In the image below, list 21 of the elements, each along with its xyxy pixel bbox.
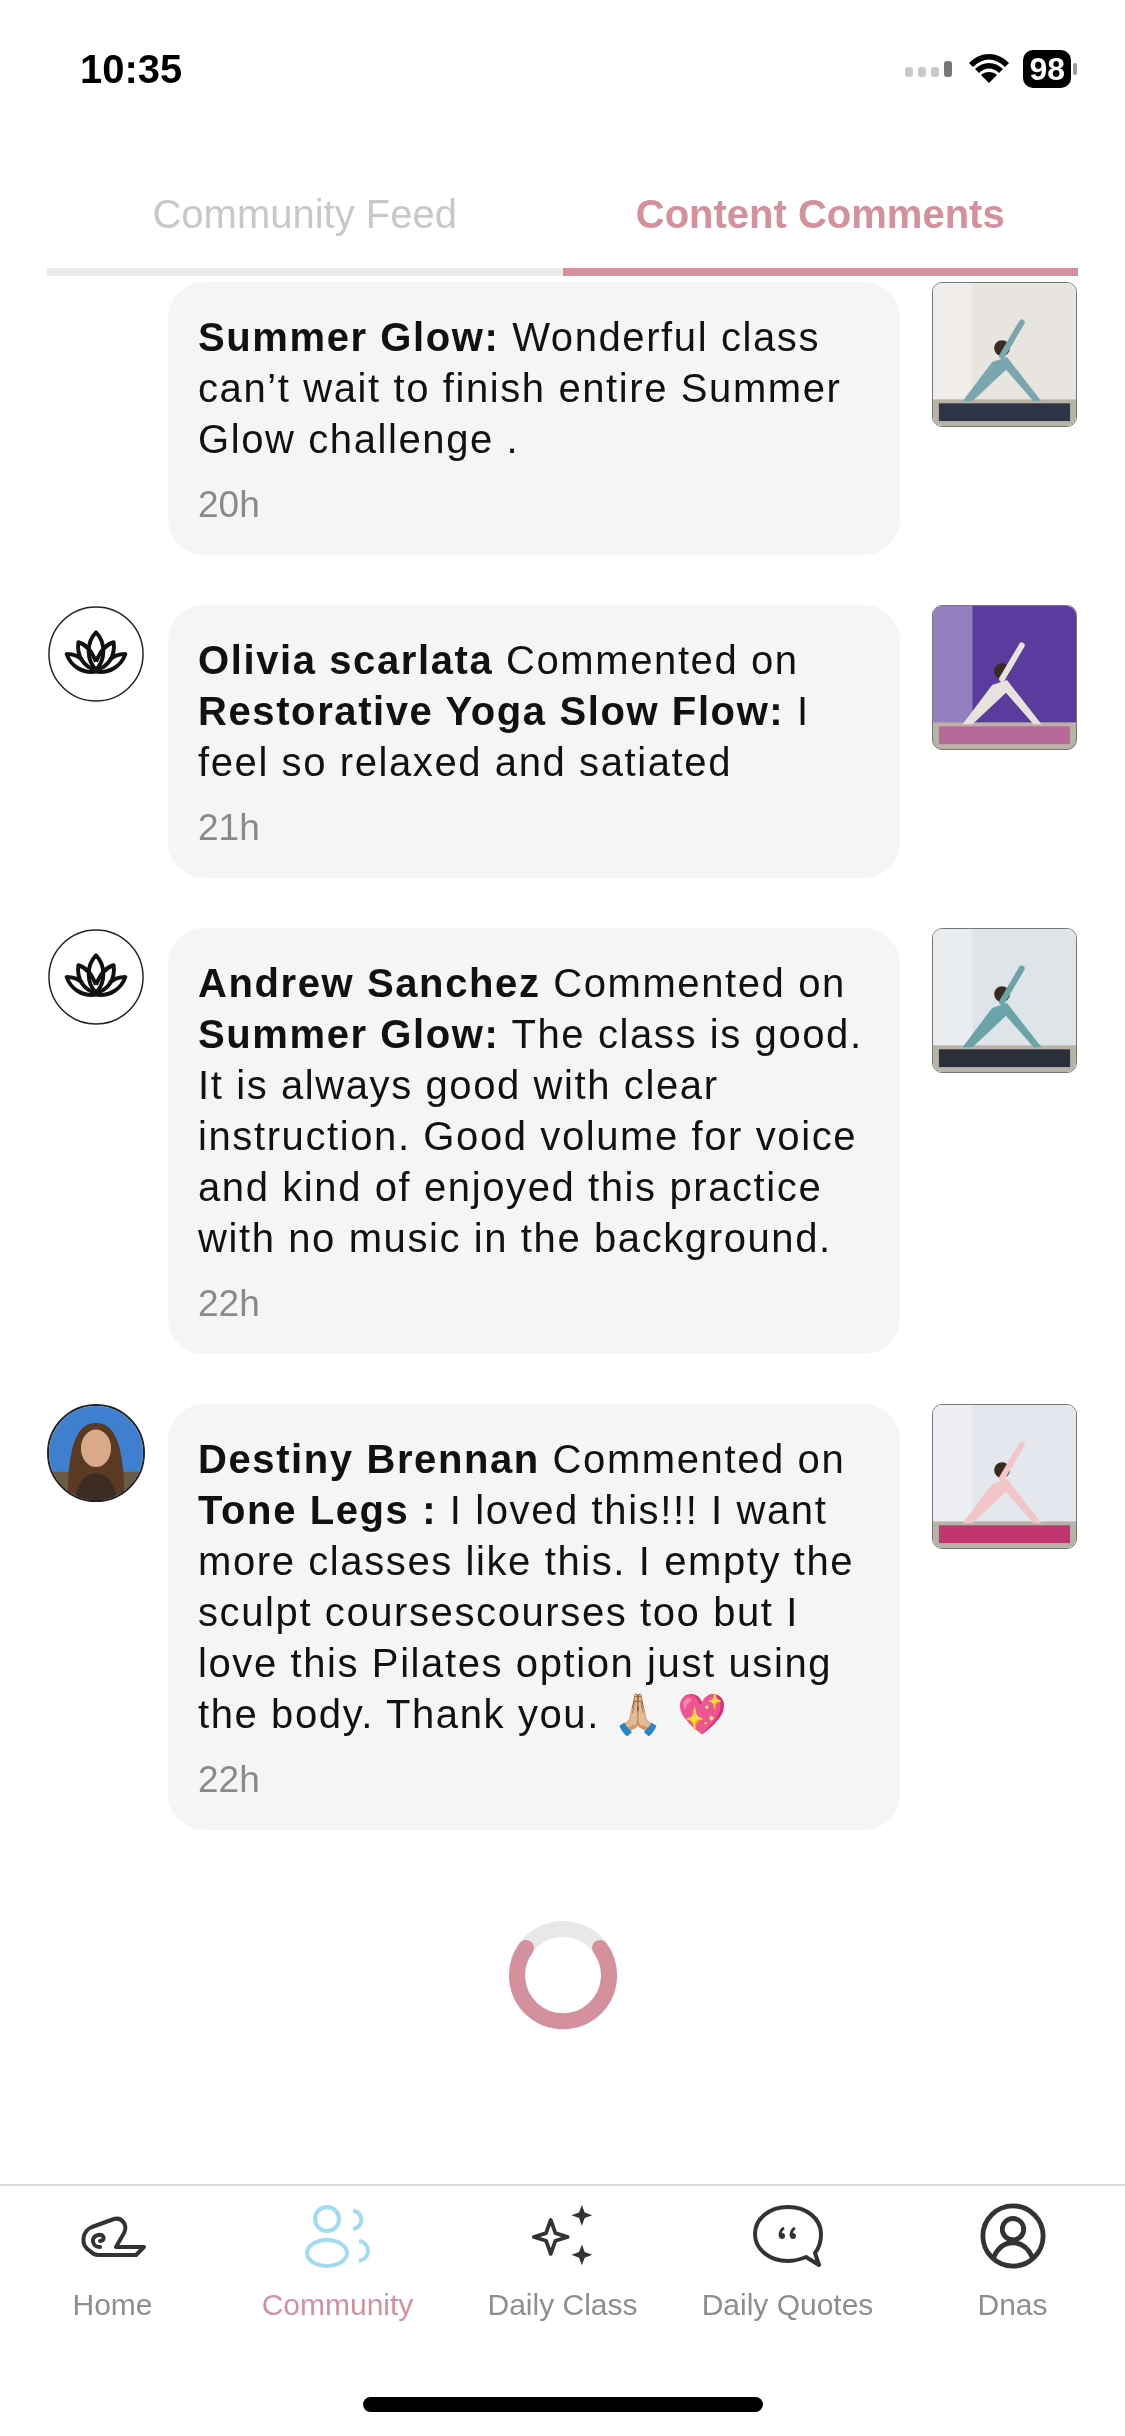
nav-tab[interactable]: Dnas — [900, 2200, 1125, 2327]
comment-time: 21h — [198, 806, 261, 850]
comment-time: 20h — [198, 483, 261, 527]
nav-tab[interactable]: Daily Quotes — [675, 2200, 900, 2327]
status-time: 10:35 — [80, 46, 183, 93]
nav-tab[interactable]: Home — [0, 2200, 225, 2327]
users-icon — [302, 2203, 373, 2269]
quote-bubble-icon — [750, 2203, 825, 2269]
lotus-icon — [47, 928, 145, 1026]
profile-icon — [978, 2202, 1047, 2270]
battery-indicator: 98 — [1023, 50, 1071, 88]
nav-tab[interactable]: Community — [225, 2200, 450, 2327]
comment-text: Summer Glow: Wonderful class can’t wait to finish entire Summer Glow challenge . — [198, 314, 843, 463]
nav-tab[interactable]: Daily Class — [450, 2200, 675, 2327]
comment-text: Olivia scarlata Commented on Restorative Yoga Slow Flow: I feel so relaxed and satiated — [198, 637, 811, 786]
comment-time: 22h — [198, 1282, 261, 1326]
comment-text: Destiny Brennan Commented on Tone Legs : I loved this!!! I want more classes like this. I empty the sculpt coursescourses too but I love this Pilates option just using the body. Thank you. 🙏🏼 💖 — [198, 1436, 856, 1738]
wifi-icon — [967, 53, 1012, 85]
comment-text: Andrew Sanchez Commented on Summer Glow: The class is good. It is always good with clear instruction. Good volume for voice and kind of enjoyed this practice with no music in the background. — [198, 960, 864, 1262]
comment-time: 22h — [198, 1758, 261, 1802]
lotus-icon — [47, 605, 145, 703]
